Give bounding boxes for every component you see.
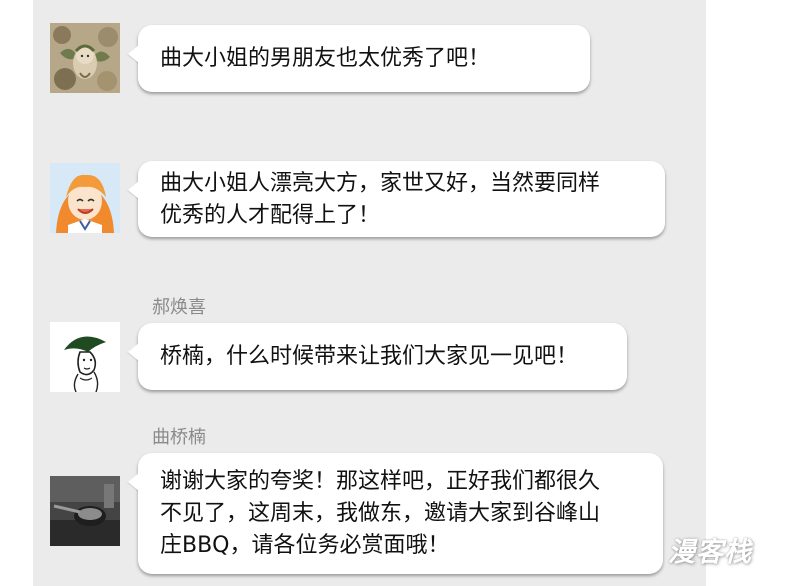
message-text: 不见了，这周末，我做东，邀请大家到谷峰山 [160, 501, 601, 526]
message-bubble: 桥楠，什么时候带来让我们大家见一见吧！ [138, 323, 627, 390]
sender-name: 郝焕喜 [152, 297, 206, 318]
watermark-text: 漫客栈 [668, 537, 752, 568]
message-bubble: 曲大小姐的男朋友也太优秀了吧！ [138, 25, 590, 92]
message-text: 曲大小姐的男朋友也太优秀了吧！ [160, 46, 491, 71]
orange-hair-girl-avatar-icon[interactable] [50, 163, 120, 233]
message-text: 曲大小姐人漂亮大方，家世又好，当然要同样 [160, 171, 601, 196]
message-text: 桥楠，什么时候带来让我们大家见一见吧！ [160, 344, 579, 369]
message-bubble: 谢谢大家的夸奖！那这样吧，正好我们都很久 不见了，这周末，我做东，邀请大家到谷峰… [138, 453, 663, 574]
message-text: 优秀的人才配得上了！ [160, 203, 381, 228]
message-bubble: 曲大小姐人漂亮大方，家世又好，当然要同样 优秀的人才配得上了！ [138, 161, 665, 237]
site-watermark-logo: 漫客栈 [668, 530, 790, 576]
message-text: 谢谢大家的夸奖！那这样吧，正好我们都很久 [160, 469, 601, 494]
sender-name: 曲桥楠 [152, 427, 206, 448]
sketch-character-avatar-icon[interactable] [50, 322, 120, 392]
fairy-plant-avatar-icon[interactable] [50, 23, 120, 93]
message-text: 庄BBQ，请各位务必赏面哦！ [160, 533, 450, 558]
dark-photo-avatar-icon[interactable] [50, 476, 120, 546]
